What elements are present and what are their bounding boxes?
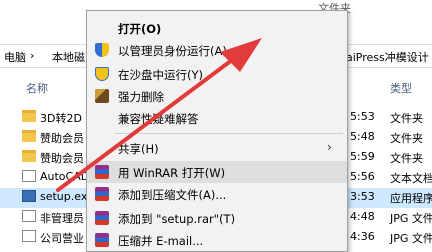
menu-item-label: 以管理员身份运行(A) (118, 44, 227, 58)
menu-item-open-with-winrar[interactable]: 用 WinRAR 打开(W) (87, 161, 347, 183)
shield-icon (95, 43, 109, 57)
menu-item-compress-email[interactable]: 压缩并 E-mail... (87, 229, 347, 251)
menu-item-label: 压缩并 E-mail... (118, 234, 204, 248)
menu-item-share[interactable]: 共享(H) › (87, 137, 347, 159)
sandbox-icon (95, 67, 109, 81)
file-type: 应用程序 (390, 192, 432, 205)
menu-item-add-to-setup-rar[interactable]: 添加到 "setup.rar"(T) (87, 207, 347, 229)
file-type: JPG 文件 (390, 212, 432, 225)
menu-item-label: 添加到压缩文件(A)... (118, 188, 227, 202)
menu-item-add-to-archive[interactable]: 添加到压缩文件(A)... (87, 183, 347, 205)
file-time: 4:36 (350, 230, 375, 243)
column-type[interactable]: 类型 (390, 80, 412, 96)
menu-item-sandbox[interactable]: 在沙盘中运行(Y) (87, 63, 347, 85)
folder-icon (22, 110, 36, 122)
menu-item-label: 强力删除 (118, 90, 164, 104)
folder-icon (22, 150, 36, 162)
file-time: 5:56 (350, 170, 375, 183)
menu-item-label: 添加到 "setup.rar"(T) (118, 212, 236, 226)
file-name: 赞助会员 (40, 132, 84, 145)
file-name: setup.ex (40, 190, 88, 203)
file-type: 文件夹 (390, 152, 423, 165)
file-type: 文件夹 (390, 132, 423, 145)
file-name: 3D转2D (40, 112, 82, 125)
text-file-icon (22, 170, 36, 182)
file-type: 文件夹 (390, 112, 423, 125)
winrar-icon (95, 165, 109, 179)
context-menu: 打开(O) 以管理员身份运行(A) 在沙盘中运行(Y) 强力删除 兼容性疑难解答… (86, 10, 348, 252)
menu-item-label: 用 WinRAR 打开(W) (118, 166, 226, 180)
chevron-right-icon: › (327, 140, 332, 154)
file-time: 5:53 (350, 110, 375, 123)
file-time: 5:48 (350, 130, 375, 143)
file-name: 非管理员 (40, 212, 84, 225)
file-type: 文本文档 (390, 172, 432, 185)
file-name: 公司营业 (40, 232, 84, 245)
breadcrumb-separator: › (30, 49, 35, 62)
folder-icon (22, 130, 36, 142)
broom-icon (95, 89, 109, 103)
file-time: 3:53 (350, 190, 375, 203)
file-time: 5:59 (350, 150, 375, 163)
menu-item-label: 打开(O) (118, 22, 162, 36)
menu-item-label: 共享(H) (118, 142, 159, 156)
breadcrumb-drive[interactable]: 本地磁 (52, 49, 85, 65)
app-icon (22, 190, 36, 202)
file-time: 4:48 (350, 210, 375, 223)
menu-item-run-as-admin[interactable]: 以管理员身份运行(A) (87, 39, 347, 61)
winrar-icon (95, 211, 109, 225)
menu-item-compat-troubleshoot[interactable]: 兼容性疑难解答 (87, 107, 347, 129)
winrar-icon (95, 233, 109, 247)
winrar-icon (95, 187, 109, 201)
menu-separator (115, 133, 343, 134)
menu-item-force-delete[interactable]: 强力删除 (87, 85, 347, 107)
menu-item-label: 兼容性疑难解答 (118, 112, 199, 126)
column-name[interactable]: 名称 (26, 80, 48, 96)
menu-item-label: 在沙盘中运行(Y) (118, 68, 203, 82)
file-name: AutoCAD (40, 170, 90, 183)
image-file-icon (22, 230, 36, 242)
breadcrumb-folder[interactable]: aiPress冲模设计 (346, 49, 429, 65)
image-file-icon (22, 210, 36, 222)
menu-item-open[interactable]: 打开(O) (87, 17, 347, 39)
file-type: JPG 文件 (390, 232, 432, 245)
breadcrumb-computer[interactable]: 电脑 (4, 49, 26, 65)
file-name: 赞助会员 (40, 152, 84, 165)
